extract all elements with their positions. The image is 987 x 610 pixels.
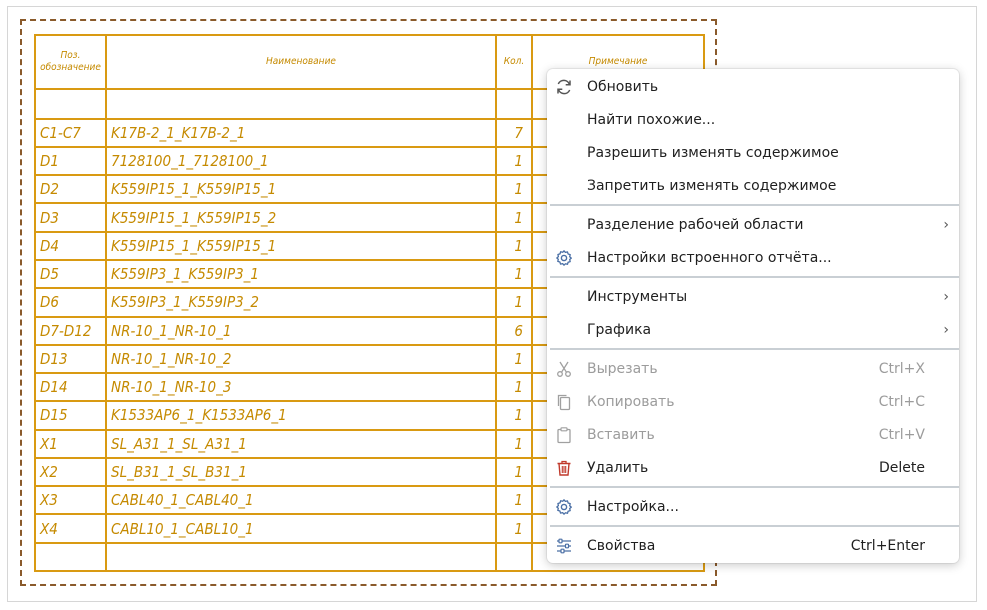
cell-position: D2 bbox=[34, 174, 107, 205]
header-position: Поз. обозначение bbox=[34, 34, 107, 90]
cell-position: D15 bbox=[34, 400, 107, 431]
menu-item-cut[interactable]: Вырезать Ctrl+X bbox=[547, 352, 959, 385]
cell-name: K559IP15_1_K559IP15_1 bbox=[105, 174, 497, 205]
cell-position: D4 bbox=[34, 230, 107, 261]
cell-name: K1533AP6_1_K1533AP6_1 bbox=[105, 400, 497, 431]
cell-name: K17B-2_1_K17B-2_1 bbox=[105, 117, 497, 148]
menu-item-allow-edit[interactable]: Разрешить изменять содержимое bbox=[547, 136, 959, 169]
chevron-right-icon: › bbox=[943, 321, 949, 338]
cell-name: 7128100_1_7128100_1 bbox=[105, 145, 497, 177]
cell-name: NR-10_1_NR-10_2 bbox=[105, 343, 497, 375]
cell-qty: 1 bbox=[495, 400, 533, 431]
menu-item-find-similar[interactable]: Найти похожие... bbox=[547, 103, 959, 136]
menu-item-copy[interactable]: Копировать Ctrl+C bbox=[547, 385, 959, 418]
menu-item-tools[interactable]: Инструменты › bbox=[547, 280, 959, 313]
cell-position: D6 bbox=[34, 287, 107, 318]
cell-position: X1 bbox=[34, 428, 107, 459]
cell-name: K559IP15_1_K559IP15_1 bbox=[105, 230, 497, 261]
refresh-icon bbox=[554, 77, 574, 97]
scissors-icon bbox=[554, 359, 574, 379]
menu-separator bbox=[550, 525, 959, 527]
cell-position: D1 bbox=[34, 145, 107, 177]
cell-name: CABL40_1_CABL40_1 bbox=[105, 485, 497, 516]
menu-item-refresh[interactable]: Обновить bbox=[547, 70, 959, 103]
gear-icon bbox=[554, 497, 574, 517]
cell-qty: 1 bbox=[495, 372, 533, 403]
chevron-right-icon: › bbox=[943, 216, 949, 233]
menu-item-deny-edit[interactable]: Запретить изменять содержимое bbox=[547, 169, 959, 202]
gear-icon bbox=[554, 248, 574, 268]
cell-qty: 1 bbox=[495, 287, 533, 318]
cell-qty: 1 bbox=[495, 174, 533, 205]
menu-item-settings[interactable]: Настройка... bbox=[547, 490, 959, 523]
menu-item-delete[interactable]: Удалить Delete bbox=[547, 451, 959, 484]
menu-separator bbox=[550, 348, 959, 350]
cell-position: X2 bbox=[34, 456, 107, 488]
cell-name: K559IP3_1_K559IP3_2 bbox=[105, 287, 497, 318]
cell-qty: 1 bbox=[495, 485, 533, 516]
menu-item-paste[interactable]: Вставить Ctrl+V bbox=[547, 418, 959, 451]
cell-position: C1-C7 bbox=[34, 117, 107, 148]
header-name: Наименование bbox=[105, 34, 497, 90]
cell-qty: 1 bbox=[495, 202, 533, 233]
chevron-right-icon: › bbox=[943, 288, 949, 305]
menu-item-split-workspace[interactable]: Разделение рабочей области › bbox=[547, 208, 959, 241]
cell-qty: 1 bbox=[495, 343, 533, 375]
cell-position: X3 bbox=[34, 485, 107, 516]
trash-icon bbox=[554, 458, 574, 478]
cell-qty: 1 bbox=[495, 145, 533, 177]
cell-name: SL_B31_1_SL_B31_1 bbox=[105, 456, 497, 488]
cell-qty: 1 bbox=[495, 258, 533, 290]
sliders-icon bbox=[554, 536, 574, 556]
cell-qty: 6 bbox=[495, 315, 533, 346]
cell-position: D5 bbox=[34, 258, 107, 290]
cell-position: D14 bbox=[34, 372, 107, 403]
menu-item-properties[interactable]: Свойства Ctrl+Enter bbox=[547, 529, 959, 562]
cell-position: D13 bbox=[34, 343, 107, 375]
menu-separator bbox=[550, 486, 959, 488]
cell-qty: 1 bbox=[495, 428, 533, 459]
header-qty: Кол. bbox=[495, 34, 533, 90]
menu-item-report-settings[interactable]: Настройки встроенного отчёта... bbox=[547, 241, 959, 274]
cell-qty: 1 bbox=[495, 456, 533, 488]
cell-name: NR-10_1_NR-10_1 bbox=[105, 315, 497, 346]
cell-qty: 1 bbox=[495, 513, 533, 544]
context-menu: Обновить Найти похожие... Разрешить изме… bbox=[547, 69, 959, 563]
cell-name: K559IP15_1_K559IP15_2 bbox=[105, 202, 497, 233]
cell-position: X4 bbox=[34, 513, 107, 544]
cell-qty: 1 bbox=[495, 230, 533, 261]
menu-item-graphics[interactable]: Графика › bbox=[547, 313, 959, 346]
cell-position: D3 bbox=[34, 202, 107, 233]
cell-name: NR-10_1_NR-10_3 bbox=[105, 372, 497, 403]
cell-position: D7-D12 bbox=[34, 315, 107, 346]
cell-name: K559IP3_1_K559IP3_1 bbox=[105, 258, 497, 290]
cell-qty: 7 bbox=[495, 117, 533, 148]
clipboard-icon bbox=[554, 425, 574, 445]
cell-name: CABL10_1_CABL10_1 bbox=[105, 513, 497, 544]
menu-separator bbox=[550, 204, 959, 206]
cell-name: SL_A31_1_SL_A31_1 bbox=[105, 428, 497, 459]
menu-separator bbox=[550, 276, 959, 278]
copy-icon bbox=[554, 392, 574, 412]
